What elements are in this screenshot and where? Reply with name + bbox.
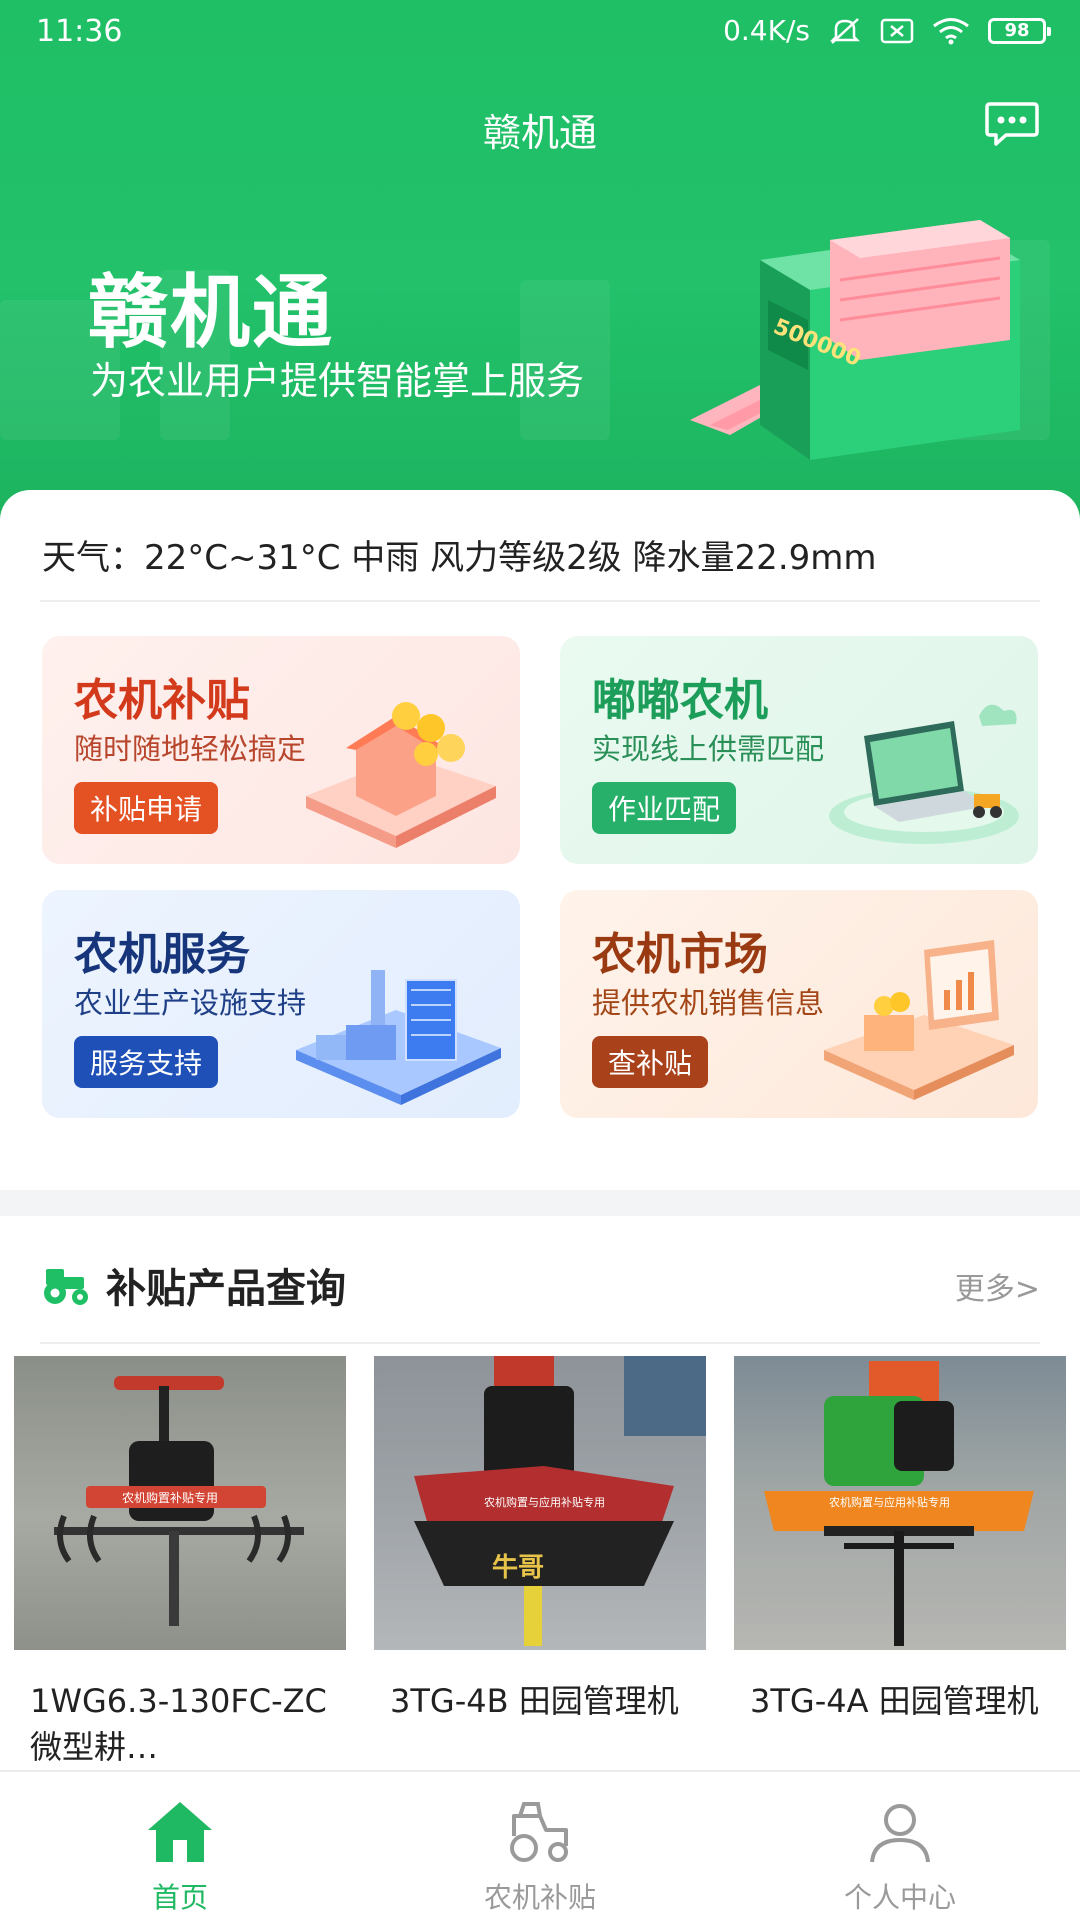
- tab-subsidy[interactable]: 农机补贴: [360, 1772, 720, 1922]
- product-name: 3TG-4A 田园管理机: [750, 1682, 1039, 1720]
- app-title: 赣机通: [482, 111, 597, 155]
- net-speed: 0.4K/s: [723, 14, 810, 47]
- product-card[interactable]: 牛哥 农机购置与应用补贴专用 3TG-4B 田园管理机: [374, 1356, 706, 1724]
- tile-service-subtitle: 农业生产设施支持: [74, 986, 307, 1020]
- status-bar: 11:36 0.4K/s 98: [0, 0, 1080, 70]
- divider: [40, 600, 1040, 602]
- tile-dudu-subtitle: 实现线上供需匹配: [592, 732, 825, 766]
- tile-market-subtitle: 提供农机销售信息: [592, 986, 825, 1020]
- more-link[interactable]: 更多>: [955, 1264, 1040, 1308]
- tab-profile[interactable]: 个人中心: [720, 1772, 1080, 1922]
- factory-buildings-illustration: [296, 970, 501, 1105]
- product-image: 牛哥 农机购置与应用补贴专用: [374, 1356, 706, 1650]
- product-image: 农机购置补贴专用: [14, 1356, 346, 1650]
- subsidy-products-section: 补贴产品查询 更多> 农机购置补贴专用 1WG6.3-130FC-ZC 微型耕…: [0, 1216, 1080, 1776]
- tile-dudu[interactable]: 嘟嘟农机 实现线上供需匹配 作业匹配: [560, 636, 1038, 864]
- product-card[interactable]: 农机购置补贴专用 1WG6.3-130FC-ZC 微型耕…: [14, 1356, 346, 1770]
- product-card[interactable]: 农机购置与应用补贴专用 3TG-4A 田园管理机: [734, 1356, 1066, 1724]
- tile-market-title: 农机市场: [592, 929, 768, 980]
- user-icon: [870, 1804, 930, 1863]
- battery-icon: 98: [988, 17, 1051, 44]
- chat-bubble-icon: [985, 102, 1039, 146]
- subsidy-apply-button[interactable]: 补贴申请: [74, 782, 219, 834]
- product-name: 1WG6.3-130FC-ZC 微型耕…: [30, 1682, 327, 1766]
- tile-subsidy[interactable]: 农机补贴 随时随地轻松搞定 补贴申请: [42, 636, 520, 864]
- money-machine-illustration: 500000: [690, 220, 1020, 460]
- service-support-button[interactable]: 服务支持: [74, 1036, 219, 1088]
- banner-subtitle: 为农业用户提供智能掌上服务: [90, 359, 585, 403]
- tractor-icon: [44, 1269, 88, 1305]
- coins-house-illustration: [306, 702, 496, 848]
- message-button[interactable]: [984, 100, 1040, 148]
- svg-text:农机购置与应用补贴专用: 农机购置与应用补贴专用: [484, 1495, 605, 1509]
- sim-x-icon: [880, 18, 914, 44]
- main-content: 天气：22°C~31°C 中雨 风力等级2级 降水量22.9mm 农机补贴 随时…: [0, 490, 1080, 1190]
- rotary-tiller-photo: 农机购置补贴专用: [54, 1376, 304, 1626]
- mute-bell-icon: [828, 15, 862, 47]
- divider: [40, 1342, 1040, 1344]
- svg-text:牛哥: 牛哥: [492, 1553, 544, 1583]
- svg-text:农机购置补贴专用: 农机购置补贴专用: [122, 1490, 218, 1505]
- wifi-icon: [932, 17, 970, 45]
- tab-home[interactable]: 首页: [0, 1772, 360, 1922]
- laptop-tractor-illustration: [829, 704, 1019, 844]
- product-name: 3TG-4B 田园管理机: [390, 1682, 679, 1720]
- tractor-outline-icon: [510, 1802, 568, 1862]
- tile-subsidy-title: 农机补贴: [74, 675, 250, 726]
- home-icon: [148, 1802, 212, 1862]
- tile-dudu-title: 嘟嘟农机: [592, 675, 768, 726]
- check-subsidy-button[interactable]: 查补贴: [592, 1036, 709, 1088]
- job-match-button[interactable]: 作业匹配: [592, 782, 737, 834]
- tile-subsidy-subtitle: 随时随地轻松搞定: [74, 732, 307, 766]
- banner-title: 赣机通: [88, 266, 334, 359]
- tile-service-title: 农机服务: [74, 929, 250, 980]
- garden-manager-photo: 牛哥 农机购置与应用补贴专用: [414, 1356, 706, 1646]
- svg-text:农机购置与应用补贴专用: 农机购置与应用补贴专用: [829, 1495, 950, 1509]
- product-image: 农机购置与应用补贴专用: [734, 1356, 1066, 1650]
- tile-service[interactable]: 农机服务 农业生产设施支持 服务支持: [42, 890, 520, 1118]
- battery-level: 98: [1004, 20, 1030, 41]
- tile-market[interactable]: 农机市场 提供农机销售信息 查补贴: [560, 890, 1038, 1118]
- tab-profile-label: 个人中心: [843, 1881, 956, 1914]
- weather-info: 天气：22°C~31°C 中雨 风力等级2级 降水量22.9mm: [42, 538, 877, 578]
- section-title: 补贴产品查询: [106, 1266, 346, 1312]
- market-chart-illustration: [824, 940, 1014, 1100]
- status-time: 11:36: [36, 14, 123, 49]
- garden-manager-photo: 农机购置与应用补贴专用: [764, 1361, 1034, 1646]
- header-banner: 11:36 0.4K/s 98 赣机通 赣机通 为农业用户提供智能掌上服务 50…: [0, 0, 1080, 520]
- tab-home-label: 首页: [151, 1881, 208, 1914]
- tab-subsidy-label: 农机补贴: [483, 1881, 596, 1914]
- bottom-tab-bar: 首页 农机补贴 个人中心: [0, 1770, 1080, 1922]
